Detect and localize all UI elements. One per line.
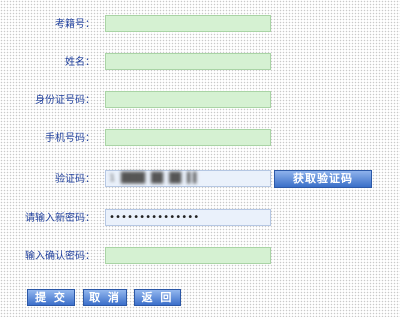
id-number-row: 身份证号码：	[0, 91, 400, 110]
id-number-input[interactable]	[105, 91, 271, 108]
exam-number-input[interactable]	[105, 15, 271, 32]
phone-input[interactable]	[105, 129, 271, 146]
new-password-input[interactable]: •••••••••••••••	[105, 209, 271, 226]
verification-code-input[interactable]: 1 ████ ██ ██ ▌▌	[105, 170, 271, 187]
phone-label: 手机号码：	[45, 133, 95, 144]
name-input[interactable]	[105, 53, 271, 70]
verification-row: 验证码： 1 ████ ██ ██ ▌▌ 获取验证码	[0, 170, 400, 189]
confirm-password-row: 输入确认密码：	[0, 247, 400, 266]
new-password-value: •••••••••••••••	[109, 212, 200, 223]
get-verification-code-button[interactable]: 获取验证码	[274, 170, 372, 188]
cancel-button[interactable]: 取 消	[83, 289, 127, 306]
name-row: 姓名：	[0, 53, 400, 72]
new-password-row: 请输入新密码： •••••••••••••••	[0, 209, 400, 228]
new-password-label: 请输入新密码：	[25, 213, 95, 224]
phone-row: 手机号码：	[0, 129, 400, 148]
exam-number-label: 考籍号：	[55, 19, 95, 30]
submit-button[interactable]: 提 交	[27, 289, 75, 306]
id-number-label: 身份证号码：	[35, 95, 95, 106]
verification-code-value: 1 ████ ██ ██ ▌▌	[109, 173, 200, 184]
confirm-password-input[interactable]	[105, 247, 271, 264]
verification-label: 验证码：	[55, 174, 95, 185]
back-button[interactable]: 返 回	[134, 289, 181, 306]
exam-number-row: 考籍号：	[0, 15, 400, 34]
confirm-password-label: 输入确认密码：	[25, 251, 95, 262]
name-label: 姓名：	[65, 57, 95, 68]
